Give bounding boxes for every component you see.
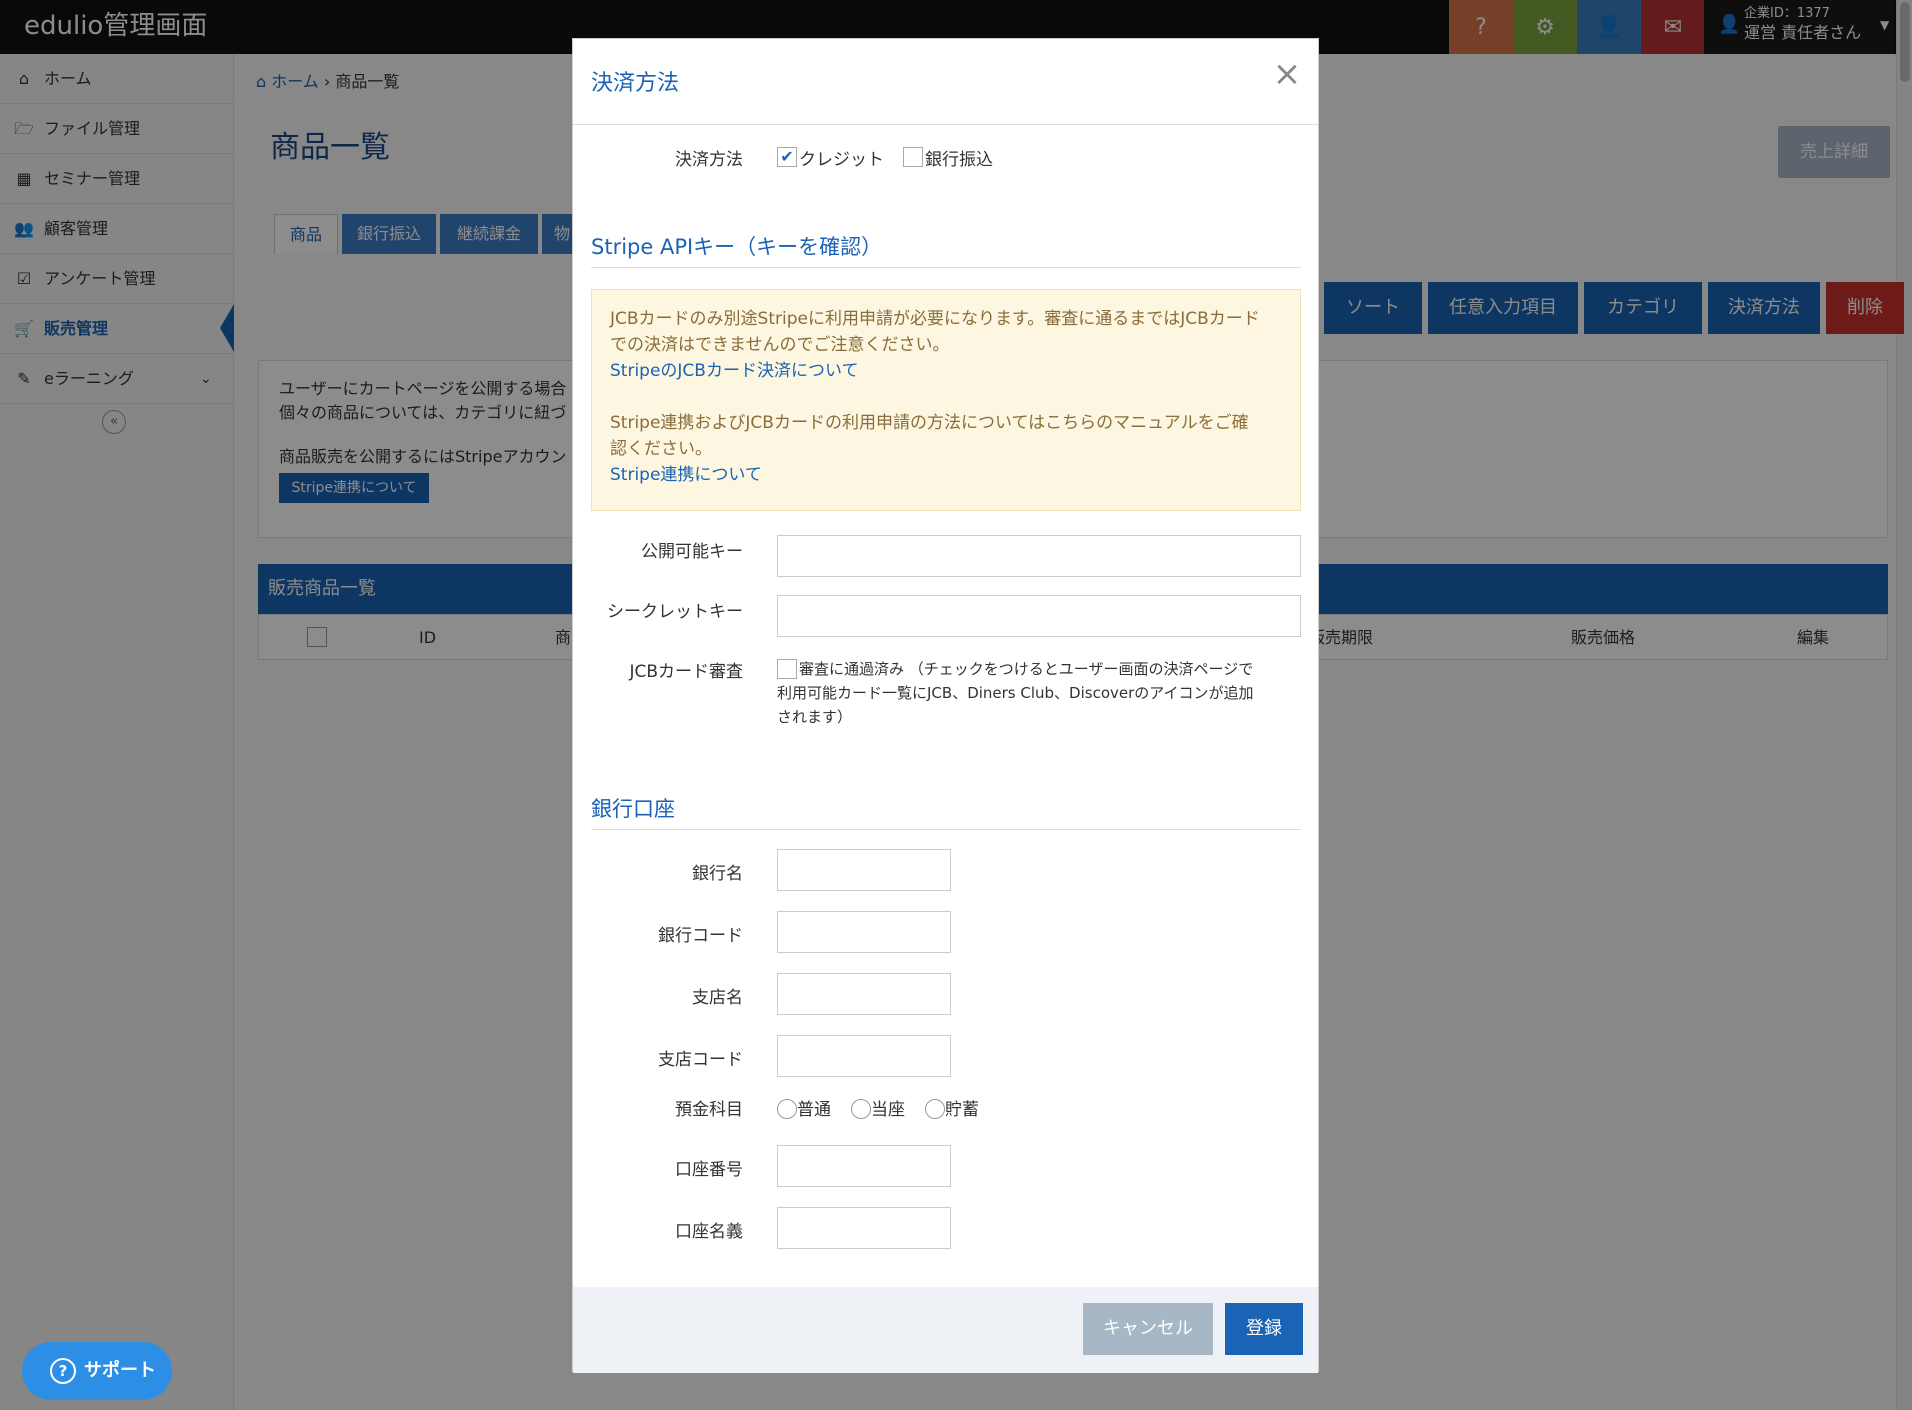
support-button[interactable]: ? サポート: [22, 1342, 172, 1400]
jcb-review-label: JCBカード審査: [629, 662, 743, 682]
jcb-notice: JCBカードのみ別途Stripeに利用申請が必要になります。審査に通るまではJC…: [591, 289, 1301, 511]
public-key-label: 公開可能キー: [641, 542, 743, 562]
section-divider: [591, 267, 1301, 268]
account-type-current-radio[interactable]: [851, 1099, 871, 1119]
branch-code-input[interactable]: [777, 1035, 951, 1077]
notice-text: JCBカードのみ別途Stripeに利用申請が必要になります。審査に通るまではJC…: [610, 309, 1260, 329]
bank-code-label: 銀行コード: [658, 926, 743, 946]
jcb-desc-text: （チェックをつけるとユーザー画面の決済ページで: [908, 660, 1254, 678]
cancel-button[interactable]: キャンセル: [1083, 1303, 1213, 1355]
question-circle-icon: ?: [50, 1358, 76, 1384]
account-type-savings-radio[interactable]: [925, 1099, 945, 1119]
section-divider: [591, 829, 1301, 830]
jcb-approved-label: 審査に通過済み: [799, 660, 905, 678]
account-name-label: 口座名義: [675, 1222, 743, 1242]
submit-button[interactable]: 登録: [1225, 1303, 1303, 1355]
close-icon[interactable]: ×: [1269, 57, 1305, 93]
stripe-jcb-link[interactable]: StripeのJCBカード決済について: [610, 361, 858, 381]
bank-transfer-label: 銀行振込: [925, 150, 993, 170]
account-number-label: 口座番号: [675, 1160, 743, 1180]
modal-title: 決済方法: [591, 71, 680, 96]
bank-name-label: 銀行名: [692, 864, 743, 884]
account-type-current-label: 当座: [871, 1100, 905, 1120]
stripe-api-section-title[interactable]: Stripe APIキー（キーを確認）: [591, 231, 882, 261]
account-name-input[interactable]: [777, 1207, 951, 1249]
jcb-desc-text: されます）: [777, 708, 853, 726]
secret-key-input[interactable]: [777, 595, 1301, 637]
notice-text: Stripe連携およびJCBカードの利用申請の方法についてはこちらのマニュアルを…: [610, 413, 1249, 433]
support-label: サポート: [84, 1360, 156, 1381]
account-type-ordinary-radio[interactable]: [777, 1099, 797, 1119]
jcb-desc-text: 利用可能カード一覧にJCB、Diners Club、Discoverのアイコンが…: [777, 684, 1254, 702]
account-type-savings-label: 貯蓄: [945, 1100, 979, 1120]
credit-checkbox[interactable]: ✔: [777, 147, 797, 167]
credit-label: クレジット: [799, 150, 884, 170]
account-number-input[interactable]: [777, 1145, 951, 1187]
branch-name-input[interactable]: [777, 973, 951, 1015]
account-type-ordinary-label: 普通: [797, 1100, 831, 1120]
bank-name-input[interactable]: [777, 849, 951, 891]
bank-transfer-checkbox[interactable]: [903, 147, 923, 167]
bank-section-title: 銀行口座: [591, 797, 675, 821]
bank-code-input[interactable]: [777, 911, 951, 953]
jcb-description: 審査に通過済み （チェックをつけるとユーザー画面の決済ページで 利用可能カード一…: [777, 657, 1297, 729]
public-key-input[interactable]: [777, 535, 1301, 577]
branch-code-label: 支店コード: [658, 1050, 743, 1070]
payment-method-label: 決済方法: [675, 150, 743, 170]
payment-method-modal: 決済方法 × 決済方法 ✔ クレジット 銀行振込 Stripe APIキー（キー…: [572, 38, 1319, 1373]
modal-footer: キャンセル 登録: [573, 1287, 1318, 1373]
notice-text: での決済はできませんのでご注意ください。: [610, 335, 950, 355]
secret-key-label: シークレットキー: [607, 602, 743, 622]
notice-text: 認ください。: [610, 439, 712, 459]
stripe-integration-link[interactable]: Stripe連携について: [610, 465, 762, 485]
branch-name-label: 支店名: [692, 988, 743, 1008]
account-type-label: 預金科目: [675, 1100, 743, 1120]
modal-header: 決済方法 ×: [573, 39, 1318, 125]
